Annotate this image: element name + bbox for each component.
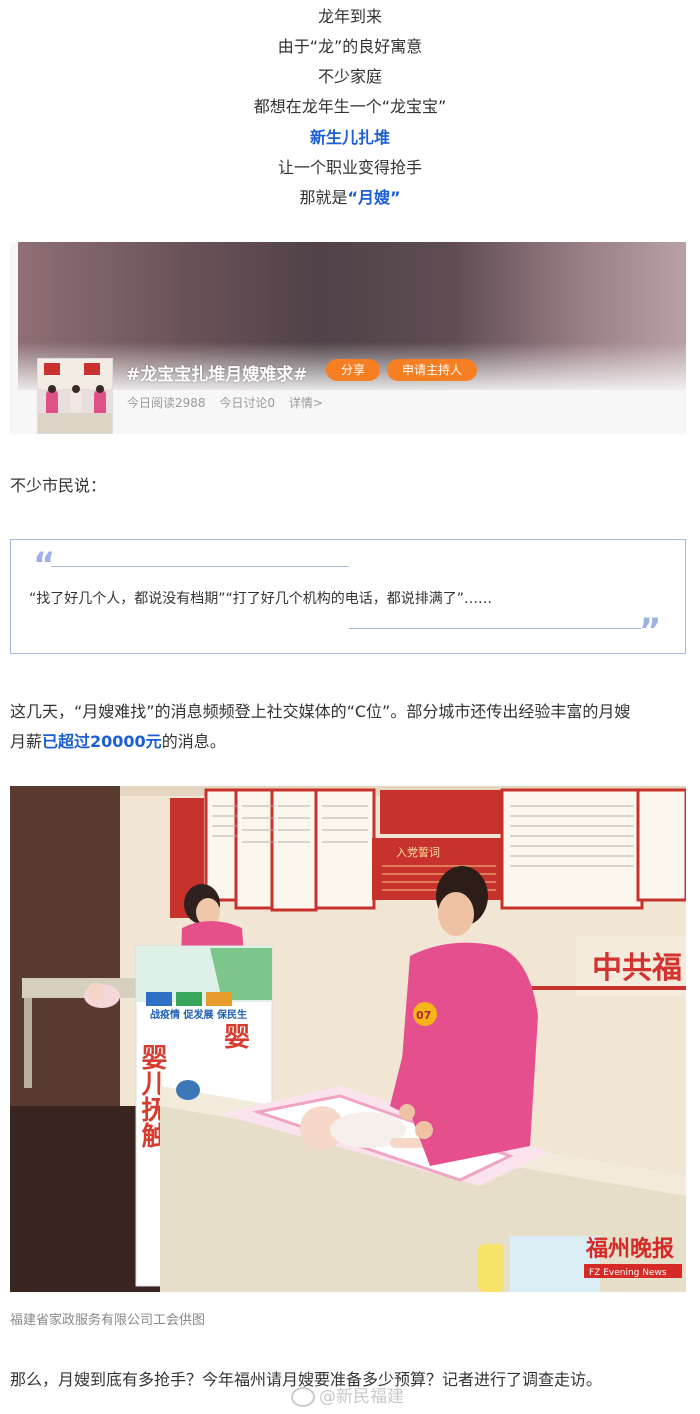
- photo-caption: 福建省家政服务有限公司工会供图: [10, 1313, 206, 1328]
- intro-line-6: 让一个职业变得抢手: [277, 158, 422, 177]
- details-link[interactable]: 详情>: [289, 396, 323, 410]
- watermark-text: @新民福建: [319, 1387, 404, 1407]
- paragraph-hard-to-find: 这几天，“月嫂难找”的消息频频登上社交媒体的“C位”。部分城市还传出经验丰富的月…: [10, 697, 690, 757]
- red-wall-sign: 中共福: [592, 951, 682, 986]
- quote-bottom-rule: [349, 628, 641, 629]
- svg-text:战疫情 促发展 保民生: 战疫情 促发展 保民生: [150, 1008, 247, 1021]
- newspaper-logo-en: FZ Evening News: [589, 1268, 667, 1278]
- discussions-count: 今日讨论0: [219, 396, 276, 410]
- open-quote-icon: “: [33, 545, 56, 585]
- intro-line-2: 由于“龙”的良好寓意: [277, 37, 423, 56]
- intro-line-7: 那就是“月嫂”: [0, 183, 700, 213]
- share-button[interactable]: 分享: [326, 359, 380, 381]
- intro-line-7-prefix: 那就是: [299, 188, 348, 207]
- intro-line-3: 不少家庭: [317, 67, 382, 86]
- reads-count: 今日阅读2988: [127, 396, 206, 410]
- watermark: @新民福建: [291, 1382, 404, 1407]
- intro-line-5: 新生儿扎堆: [309, 128, 390, 147]
- intro-line-4: 都想在龙年生一个“龙宝宝”: [253, 97, 447, 116]
- topic-stats: 今日阅读2988 今日讨论0 详情>: [127, 394, 333, 411]
- intro-line-7-highlight: “月嫂”: [347, 188, 401, 207]
- newspaper-logo: 福州晚报: [585, 1236, 674, 1262]
- quote-text: “找了好几个人，都说没有档期”“打了好几个机构的电话，都说排满了”……: [29, 591, 493, 607]
- topic-title[interactable]: #龙宝宝扎堆月嫂难求#: [126, 360, 308, 385]
- vertical-sign-right: 婴: [224, 1023, 250, 1053]
- quote-box: “ “找了好几个人，都说没有档期”“打了好几个机构的电话，都说排满了”…… ”: [10, 539, 686, 654]
- paragraph-hard-to-find-part1: 这几天，“月嫂难找”的消息频频登上社交媒体的“C位”。部分城市还传出经验丰富的月…: [10, 702, 631, 721]
- topic-thumbnail: [37, 358, 113, 434]
- intro-line-1: 龙年到来: [317, 7, 382, 26]
- salary-highlight: 已超过20000元: [42, 732, 162, 751]
- paragraph-hard-to-find-suffix: 的消息。: [161, 732, 226, 751]
- oath-title: 入党誓词: [396, 846, 440, 859]
- paragraph-hard-to-find-prefix: 月薪: [10, 732, 43, 751]
- badge-number: 07: [416, 1009, 431, 1022]
- news-photo: 入党誓词 中共福 战疫情 促发展 保民生 婴儿抚触 婴 07 福州晚报 FZ E…: [10, 786, 686, 1292]
- weibo-icon: [291, 1387, 315, 1407]
- close-quote-icon: ”: [639, 611, 662, 651]
- topic-banner[interactable]: #龙宝宝扎堆月嫂难求# 分享 申请主持人 今日阅读2988 今日讨论0 详情>: [10, 242, 686, 434]
- quote-top-rule: [51, 566, 349, 567]
- apply-host-button[interactable]: 申请主持人: [387, 359, 477, 381]
- paragraph-citizens-say: 不少市民说：: [10, 476, 107, 495]
